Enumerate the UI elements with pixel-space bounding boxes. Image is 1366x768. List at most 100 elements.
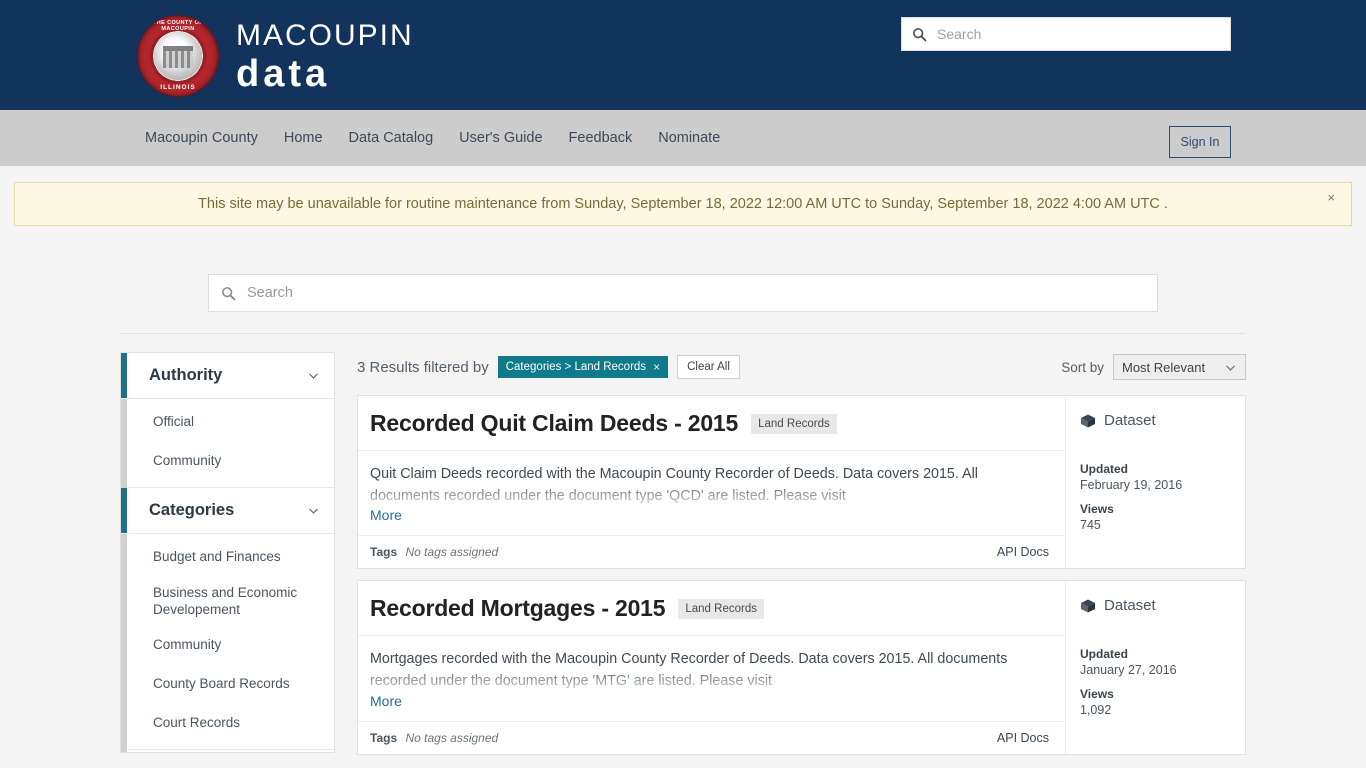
result-description-area: Quit Claim Deeds recorded with the Macou…: [358, 451, 1065, 525]
result-tags: Tags No tags assigned: [370, 731, 498, 745]
search-icon: [913, 27, 927, 41]
result-updated-value: January 27, 2016: [1080, 663, 1177, 678]
catalog-content: Authority Official Community Categories …: [120, 333, 1246, 755]
main-search-input[interactable]: [245, 284, 1145, 302]
maintenance-banner: This site may be unavailable for routine…: [14, 182, 1352, 226]
facet-title-categories: Categories: [149, 500, 235, 519]
main-search-box[interactable]: [208, 274, 1158, 312]
result-description: Quit Claim Deeds recorded with the Macou…: [370, 466, 978, 505]
sort-by-select[interactable]: Most Relevant: [1113, 354, 1246, 380]
result-updated-label: Updated: [1080, 462, 1128, 476]
sort-by-label: Sort by: [1061, 359, 1104, 375]
maintenance-banner-text: This site may be unavailable for routine…: [198, 196, 1168, 212]
nav-items: Macoupin County Home Data Catalog User's…: [145, 130, 720, 146]
result-card: Recorded Quit Claim Deeds - 2015 Land Re…: [357, 395, 1246, 570]
result-card: Recorded Mortgages - 2015 Land Records M…: [357, 580, 1246, 755]
facet-item-budget-and-finances[interactable]: Budget and Finances: [121, 538, 334, 577]
result-tags-value: No tags assigned: [405, 730, 499, 745]
result-title-wrap: Recorded Quit Claim Deeds - 2015 Land Re…: [370, 410, 837, 437]
facet-list-authority: Official Community: [121, 399, 334, 488]
brand-wordmark: MACOUPIN data: [236, 19, 414, 95]
nav-item-macoupin-county[interactable]: Macoupin County: [145, 130, 258, 146]
result-category-tag[interactable]: Land Records: [678, 598, 764, 619]
result-type-label: Dataset: [1104, 412, 1156, 429]
nav-item-users-guide[interactable]: User's Guide: [459, 130, 542, 146]
main-navigation: Macoupin County Home Data Catalog User's…: [0, 110, 1366, 166]
result-type-badge: Dataset: [1080, 597, 1245, 614]
facet-group-authority: Authority Official Community: [121, 353, 334, 488]
result-card-header: Recorded Mortgages - 2015 Land Records: [358, 581, 1065, 637]
result-tags-label: Tags: [370, 730, 398, 745]
sign-in-button[interactable]: Sign In: [1169, 126, 1231, 158]
facet-item-court-records[interactable]: Court Records: [121, 704, 334, 743]
result-title[interactable]: Recorded Quit Claim Deeds - 2015: [370, 410, 738, 437]
clear-all-button[interactable]: Clear All: [677, 355, 740, 379]
cube-icon: [1081, 599, 1095, 613]
facet-header-authority[interactable]: Authority: [121, 353, 334, 399]
result-card-header: Recorded Quit Claim Deeds - 2015 Land Re…: [358, 396, 1065, 451]
result-more-link[interactable]: More: [370, 693, 402, 709]
nav-item-feedback[interactable]: Feedback: [569, 130, 633, 146]
results-count-text: 3 Results filtered by: [357, 358, 489, 376]
brand-logo[interactable]: THE COUNTY OF MACOUPIN ILLINOIS MACOUPIN…: [138, 16, 414, 96]
header-search-box[interactable]: [901, 17, 1231, 51]
banner-close-button[interactable]: ×: [1321, 189, 1341, 206]
active-filters: 3 Results filtered by Categories > Land …: [357, 355, 740, 379]
result-meta: Dataset Updated February 19, 2016 Views …: [1065, 396, 1245, 569]
result-category-tag[interactable]: Land Records: [751, 413, 837, 434]
result-title[interactable]: Recorded Mortgages - 2015: [370, 595, 666, 622]
facet-sidebar: Authority Official Community Categories …: [120, 352, 335, 753]
chevron-down-icon: [309, 373, 318, 379]
api-docs-link[interactable]: API Docs: [997, 545, 1049, 559]
result-tags: Tags No tags assigned: [370, 545, 498, 559]
nav-item-home[interactable]: Home: [284, 130, 323, 146]
result-tags-value: No tags assigned: [405, 545, 499, 560]
result-tags-row: Tags No tags assigned API Docs: [358, 535, 1065, 568]
result-description: Mortgages recorded with the Macoupin Cou…: [370, 651, 1008, 690]
seal-emblem: [154, 32, 202, 80]
sort-control: Sort by Most Relevant: [1061, 354, 1246, 380]
facet-group-categories: Categories Budget and Finances Business …: [121, 487, 334, 750]
seal-bottom-text: ILLINOIS: [160, 84, 196, 91]
facet-item-community[interactable]: Community: [121, 626, 334, 665]
result-type-badge: Dataset: [1080, 412, 1245, 429]
brand-line-2: data: [236, 53, 331, 95]
filter-chip-remove-icon[interactable]: ×: [653, 360, 660, 374]
filter-chip-land-records[interactable]: Categories > Land Records ×: [497, 356, 669, 378]
county-seal-icon: THE COUNTY OF MACOUPIN ILLINOIS: [138, 16, 218, 96]
results-column: 3 Results filtered by Categories > Land …: [357, 352, 1246, 755]
result-tags-label: Tags: [370, 545, 398, 560]
result-updated-label: Updated: [1080, 647, 1128, 662]
result-more-link[interactable]: More: [370, 507, 402, 523]
facet-title-authority: Authority: [149, 366, 223, 384]
result-title-wrap: Recorded Mortgages - 2015 Land Records: [370, 595, 764, 622]
result-views-label: Views: [1080, 502, 1114, 516]
facet-item-business-and-economic-developement[interactable]: Business and Economic Developement: [121, 577, 334, 627]
sort-by-value: Most Relevant: [1122, 359, 1206, 375]
seal-top-text: THE COUNTY OF MACOUPIN: [152, 20, 204, 32]
site-header: THE COUNTY OF MACOUPIN ILLINOIS MACOUPIN…: [0, 0, 1366, 110]
result-type-label: Dataset: [1104, 597, 1156, 615]
chevron-down-icon: [309, 508, 318, 514]
result-views-value: 745: [1080, 518, 1101, 532]
facet-item-county-board-records[interactable]: County Board Records: [121, 665, 334, 704]
facet-scrollbar[interactable]: [121, 353, 127, 752]
result-meta: Dataset Updated January 27, 2016 Views 1…: [1065, 581, 1245, 754]
header-search-input[interactable]: [935, 25, 1220, 43]
facet-item-community[interactable]: Community: [121, 442, 334, 481]
filter-chip-label: Categories > Land Records: [505, 361, 647, 373]
result-description-area: Mortgages recorded with the Macoupin Cou…: [358, 636, 1065, 710]
result-card-main: Recorded Quit Claim Deeds - 2015 Land Re…: [358, 396, 1065, 568]
api-docs-link[interactable]: API Docs: [997, 731, 1049, 745]
facet-list-categories: Budget and Finances Business and Economi…: [121, 534, 334, 750]
brand-line-1: MACOUPIN: [236, 19, 414, 52]
main-search-area: [0, 274, 1366, 312]
result-views-label: Views: [1080, 687, 1114, 702]
nav-item-data-catalog[interactable]: Data Catalog: [349, 130, 434, 146]
facet-header-categories[interactable]: Categories: [121, 487, 334, 534]
result-updated-value: February 19, 2016: [1080, 478, 1183, 492]
search-icon: [222, 286, 236, 300]
nav-item-nominate[interactable]: Nominate: [658, 130, 720, 146]
result-tags-row: Tags No tags assigned API Docs: [358, 720, 1065, 754]
facet-item-official[interactable]: Official: [121, 403, 334, 442]
